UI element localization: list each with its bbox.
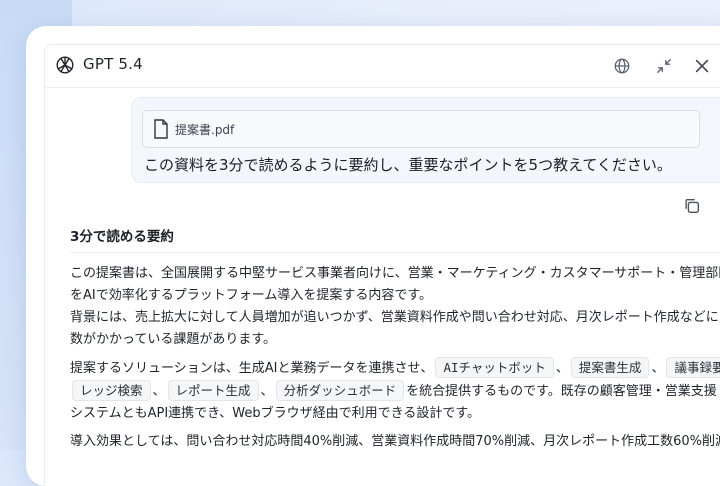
text-line: 数がかかっている課題があります。 — [70, 332, 277, 347]
feature-chip: AIチャットボット — [435, 357, 554, 378]
text-line: を統合提供するものです。既存の顧客管理・営業支援・文 — [406, 384, 720, 399]
feature-chip: 議事録要約 — [666, 357, 720, 378]
openai-logo-icon — [56, 56, 74, 74]
text-line: 提案するソリューションは、生成AIと業務データを連携させ、 — [70, 361, 434, 376]
separator: 、 — [651, 361, 665, 376]
attachment-name: 提案書.pdf — [175, 123, 235, 137]
user-message-bubble: 提案書.pdf この資料を3分で読めるように要約し、重要なポイントを5つ教えてく… — [131, 97, 720, 183]
response-body: この提案書は、全国展開する中堅サービス事業者向けに、営業・マーケティング・カスタ… — [70, 263, 720, 459]
feature-chip: レポート生成 — [167, 380, 259, 401]
collapse-icon[interactable] — [655, 57, 673, 75]
close-icon[interactable] — [693, 57, 711, 75]
feature-chip: 分析ダッシュボード — [275, 380, 405, 401]
window-title: GPT 5.4 — [83, 55, 143, 73]
response-heading: 3分で読める要約 — [70, 229, 174, 245]
attachment-chip[interactable]: 提案書.pdf — [142, 110, 700, 148]
separator: 、 — [260, 384, 274, 399]
separator: 、 — [152, 384, 166, 399]
chat-panel: GPT 5.4 提案書.pdf この資料を3分で読めるように要約し、重要なポイン… — [44, 44, 720, 486]
divider — [70, 252, 720, 253]
file-icon — [154, 119, 168, 139]
feature-chip: 提案書生成 — [570, 357, 650, 378]
paragraph-2: 提案するソリューションは、生成AIと業務データを連携させ、 AIチャットボット、提… — [70, 357, 720, 425]
chat-window: GPT 5.4 提案書.pdf この資料を3分で読めるように要約し、重要なポイン… — [26, 26, 720, 486]
text-line: システムともAPI連携でき、Webブラウザ経由で利用できる設計です。 — [70, 406, 481, 421]
user-message-text: この資料を3分で読めるように要約し、重要なポイントを5つ教えてください。 — [144, 156, 672, 174]
separator: 、 — [555, 361, 569, 376]
text-line: 導入効果としては、問い合わせ対応時間40%削減、営業資料作成時間70%削減、月次… — [70, 434, 720, 449]
paragraph-1: この提案書は、全国展開する中堅サービス事業者向けに、営業・マーケティング・カスタ… — [70, 263, 720, 351]
text-line: をAIで効率化するプラットフォーム導入を提案する内容です。 — [70, 288, 433, 303]
text-line: 背景には、売上拡大に対して人員増加が追いつかず、営業資料作成や問い合わせ対応、月… — [70, 310, 720, 325]
globe-icon[interactable] — [613, 57, 631, 75]
text-line: この提案書は、全国展開する中堅サービス事業者向けに、営業・マーケティング・カスタ… — [70, 266, 720, 281]
window-header: GPT 5.4 — [45, 45, 720, 88]
copy-icon[interactable] — [683, 197, 701, 215]
feature-chip: レッジ検索 — [72, 380, 151, 401]
